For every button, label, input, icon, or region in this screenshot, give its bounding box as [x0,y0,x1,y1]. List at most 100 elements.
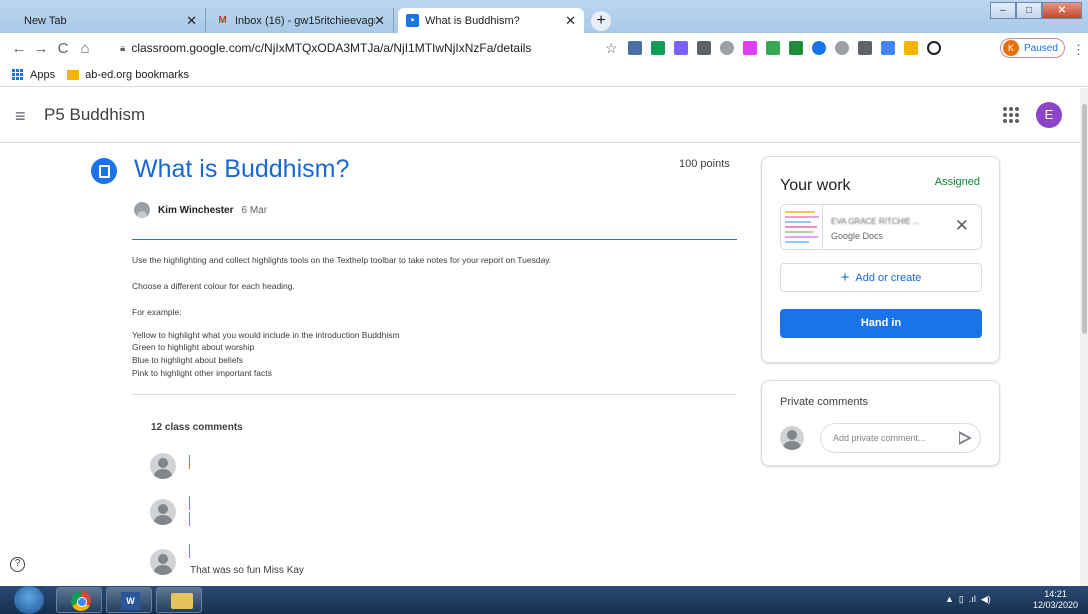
comment-text-marker [189,455,190,469]
minimize-button[interactable]: – [990,2,1016,19]
extension-icon[interactable] [812,41,826,55]
extension-icon[interactable] [789,41,803,55]
class-title[interactable]: P5 Buddhism [44,105,145,125]
tab-new-tab[interactable]: New Tab ✕ [16,8,206,33]
user-avatar[interactable]: E [1036,102,1062,128]
system-tray[interactable]: ▲ ▯ .ıl ◀) [945,594,991,605]
taskbar-explorer[interactable] [156,587,202,613]
taskbar-word[interactable]: W [106,587,152,613]
extension-icon[interactable] [720,41,734,55]
browser-toolbar: ← → C ⌂ 🔒︎ classroom.google.com/c/NjIxMT… [0,33,1088,63]
main-menu-icon[interactable]: ≡ [15,106,26,127]
bookmark-ab-ed-folder[interactable]: ab-ed.org bookmarks [67,69,189,81]
scrollbar-thumb[interactable] [1082,104,1087,334]
assignment-points: 100 points [679,158,730,170]
tab-title: Inbox (16) - gw15ritchieevagrace [235,14,375,27]
tab-title: New Tab [24,14,67,27]
close-tab-icon[interactable]: ✕ [565,13,576,29]
home-icon[interactable]: ⌂ [74,40,96,57]
browser-tabstrip: New Tab ✕ M Inbox (16) - gw15ritchieevag… [0,0,1088,33]
close-window-button[interactable]: ✕ [1042,2,1082,19]
add-or-create-label: Add or create [855,271,922,284]
tab-what-is-buddhism[interactable]: ▪ What is Buddhism? ✕ [398,8,584,33]
divider [132,394,737,395]
extension-icon[interactable] [697,41,711,55]
remove-attachment-icon[interactable]: ✕ [955,216,969,236]
back-arrow-icon[interactable]: ← [8,40,30,57]
private-comments-title: Private comments [780,396,869,408]
instruction-line: Blue to highlight about beliefs [132,355,244,365]
maximize-button[interactable]: □ [1016,2,1042,19]
private-comments-card: Private comments Add private comment... [761,380,1000,466]
word-icon: W [121,592,140,610]
clock-date: 12/03/2020 [1033,600,1079,610]
doc-thumbnail [781,205,823,249]
start-button[interactable] [14,586,44,614]
tab-gmail-inbox[interactable]: M Inbox (16) - gw15ritchieevagrace ✕ [208,8,394,33]
class-comments-heading[interactable]: 12 class comments [151,422,243,433]
comment-text-marker [189,512,190,526]
extension-icon[interactable] [835,41,849,55]
plus-icon: + [840,269,850,286]
bookmark-label: ab-ed.org bookmarks [85,68,190,81]
assignment-title: What is Buddhism? [134,155,350,183]
close-tab-icon[interactable]: ✕ [374,13,385,29]
tab-title: What is Buddhism? [425,14,520,27]
extension-icon[interactable] [628,41,642,55]
private-comment-placeholder: Add private comment... [833,433,926,443]
classroom-icon: ▪ [406,14,419,27]
author-name: Kim Winchester [158,204,234,216]
close-tab-icon[interactable]: ✕ [186,13,197,29]
post-date: 6 Mar [241,204,268,216]
profile-button[interactable]: K Paused [1000,38,1065,58]
extension-icon[interactable] [927,41,941,55]
extensions-row [628,41,950,55]
instruction-line: For example: [132,307,182,317]
apps-grid-icon [12,68,24,81]
bookmark-apps[interactable]: Apps [12,68,55,81]
extension-icon[interactable] [674,41,688,55]
instruction-line: Choose a different colour for each headi… [132,281,295,291]
add-or-create-button[interactable]: + Add or create [780,263,982,292]
teacher-avatar [134,202,150,218]
extension-icon[interactable] [904,41,918,55]
private-comment-input[interactable]: Add private comment... [820,423,981,453]
new-tab-button[interactable]: + [591,11,611,31]
instruction-line: Pink to highlight other important facts [132,368,272,378]
lock-icon: 🔒︎ [120,42,126,54]
your-work-title: Your work [780,177,851,194]
google-apps-icon[interactable] [1003,107,1019,123]
assignment-icon [91,158,117,184]
gmail-icon: M [218,15,227,26]
extension-icon[interactable] [651,41,665,55]
comment-text: That was so fun Miss Kay [190,565,304,576]
status-badge: Assigned [934,176,980,188]
windows-taskbar: W ▲ ▯ .ıl ◀) 14:21 12/03/2020 [0,586,1088,614]
bookmark-star-icon[interactable]: ☆ [605,40,618,57]
url-text: classroom.google.com/c/NjIxMTQxODA3MTJa/… [131,41,532,55]
folder-icon [171,593,193,609]
attachment-name: EVA GRACE RITCHIE ... [831,217,920,226]
folder-icon [67,69,80,80]
profile-avatar: K [1003,40,1019,56]
taskbar-chrome[interactable] [56,587,102,613]
author-row: Kim Winchester 6 Mar [134,202,267,218]
forward-arrow-icon[interactable]: → [30,40,52,57]
google-drive-icon[interactable] [766,41,780,55]
attachment-chip[interactable]: EVA GRACE RITCHIE ... Google Docs ✕ [780,204,982,250]
divider [132,239,737,240]
instruction-line: Yellow to highlight what you would inclu… [132,330,400,340]
help-icon[interactable]: ? [10,557,25,572]
hand-in-button[interactable]: Hand in [780,309,982,338]
address-bar[interactable]: 🔒︎ classroom.google.com/c/NjIxMTQxODA3MT… [120,38,531,58]
reload-icon[interactable]: C [52,40,74,57]
comment-text-marker [189,544,190,558]
extension-icon[interactable] [881,41,895,55]
extension-icon[interactable] [743,41,757,55]
instruction-line: Use the highlighting and collect highlig… [132,255,552,265]
taskbar-clock[interactable]: 14:21 12/03/2020 [1033,589,1078,611]
clock-time: 14:21 [1044,589,1067,599]
send-icon[interactable] [959,431,972,445]
extension-icon[interactable] [858,41,872,55]
chrome-menu-icon[interactable]: ⋮ [1072,42,1085,58]
